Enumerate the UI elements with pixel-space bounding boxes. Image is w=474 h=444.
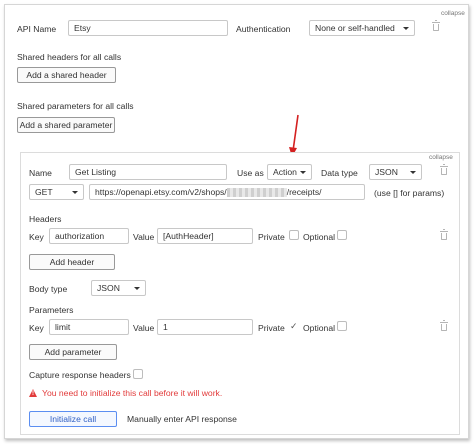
headers-label: Headers <box>29 214 62 224</box>
param-value-label: Value <box>133 323 155 333</box>
trash-icon[interactable] <box>432 20 440 31</box>
header-key-label: Key <box>29 232 44 242</box>
authentication-value: None or self-handled <box>315 23 395 33</box>
url-prefix: https://openapi.etsy.com/v2/shops/ <box>95 187 227 197</box>
http-method-select[interactable]: GET <box>29 184 84 200</box>
call-collapse-link[interactable]: collapse <box>429 154 453 161</box>
add-shared-header-button[interactable]: Add a shared header <box>17 67 116 83</box>
body-type-value: JSON <box>97 283 120 293</box>
use-as-value: Action <box>273 167 297 177</box>
authentication-select[interactable]: None or self-handled <box>309 20 415 36</box>
add-header-button[interactable]: Add header <box>29 254 115 270</box>
call-name-input[interactable]: Get Listing <box>69 164 227 180</box>
header-optional-checkbox[interactable] <box>337 230 347 240</box>
body-type-label: Body type <box>29 284 68 294</box>
trash-icon[interactable] <box>440 229 448 240</box>
shared-params-label: Shared parameters for all calls <box>17 101 134 111</box>
header-optional-label: Optional <box>303 232 336 242</box>
api-connector-panel: collapse API Name Etsy Authentication No… <box>4 4 469 439</box>
init-warning-text: You need to initialize this call before … <box>42 388 223 398</box>
header-private-checkbox[interactable] <box>289 230 299 240</box>
header-key-input[interactable]: authorization <box>49 228 129 244</box>
param-optional-checkbox[interactable] <box>337 321 347 331</box>
api-call-panel: collapse Name Get Listing Use as Action … <box>20 152 460 435</box>
chevron-down-icon <box>134 287 140 290</box>
param-optional-label: Optional <box>303 323 336 333</box>
add-parameter-button[interactable]: Add parameter <box>29 344 117 360</box>
param-private-label: Private <box>258 323 285 333</box>
url-hint: (use [] for params) <box>374 188 445 198</box>
param-key-label: Key <box>29 323 44 333</box>
header-value-label: Value <box>133 232 155 242</box>
url-input[interactable]: https://openapi.etsy.com/v2/shops/ /recei… <box>89 184 365 200</box>
use-as-label: Use as <box>237 168 264 178</box>
chevron-down-icon <box>300 171 306 174</box>
param-private-checkbox-checked[interactable]: ✓ <box>289 321 299 331</box>
trash-icon[interactable] <box>440 164 448 175</box>
header-private-label: Private <box>258 232 285 242</box>
data-type-value: JSON <box>375 167 398 177</box>
api-name-input[interactable]: Etsy <box>68 20 228 36</box>
redacted-shop-id <box>226 188 287 198</box>
trash-icon[interactable] <box>440 320 448 331</box>
http-method-value: GET <box>35 187 53 197</box>
body-type-select[interactable]: JSON <box>91 280 146 296</box>
use-as-select[interactable]: Action <box>267 164 312 180</box>
collapse-link[interactable]: collapse <box>441 10 465 17</box>
shared-headers-label: Shared headers for all calls <box>17 52 122 62</box>
call-name-label: Name <box>29 168 52 178</box>
api-name-label: API Name <box>17 24 57 34</box>
data-type-select[interactable]: JSON <box>369 164 422 180</box>
data-type-label: Data type <box>321 168 358 178</box>
url-suffix: /receipts/ <box>286 187 322 197</box>
chevron-down-icon <box>72 191 78 194</box>
parameters-label: Parameters <box>29 305 74 315</box>
chevron-down-icon <box>403 27 409 30</box>
header-value-input[interactable]: [AuthHeader] <box>157 228 253 244</box>
add-shared-parameter-button[interactable]: Add a shared parameter <box>17 117 115 133</box>
initialize-call-button[interactable]: Initialize call <box>29 411 117 427</box>
chevron-down-icon <box>410 171 416 174</box>
manual-response-link[interactable]: Manually enter API response <box>127 413 237 425</box>
warning-icon: ! <box>29 389 37 397</box>
param-value-input[interactable]: 1 <box>157 319 253 335</box>
authentication-label: Authentication <box>236 24 291 34</box>
capture-headers-checkbox[interactable] <box>133 369 143 379</box>
param-key-input[interactable]: limit <box>49 319 129 335</box>
capture-headers-label: Capture response headers <box>29 370 131 380</box>
